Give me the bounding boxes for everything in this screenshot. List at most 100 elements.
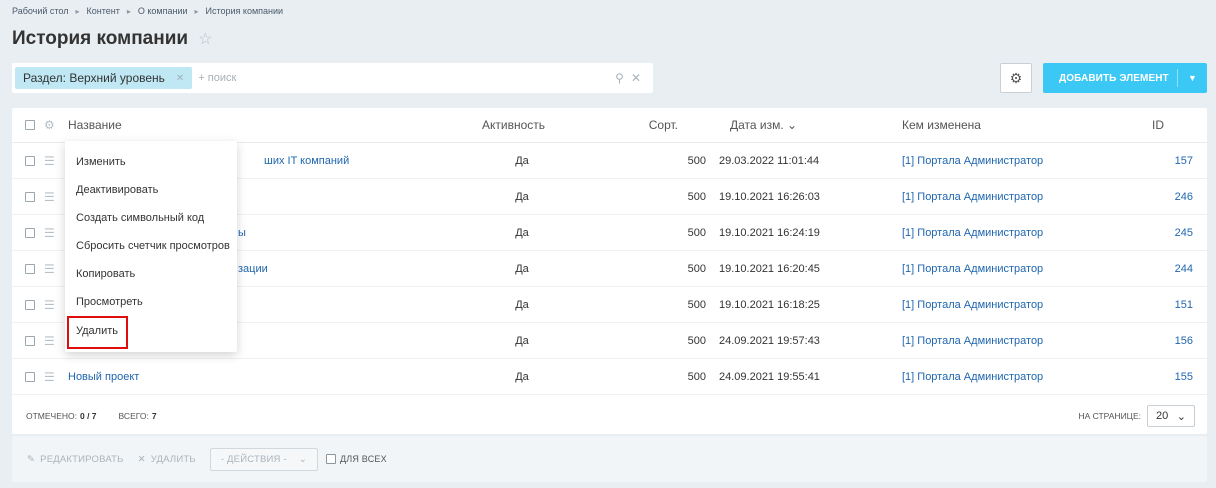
row-changed-by[interactable]: [1] Портала Администратор xyxy=(902,287,1043,322)
grid-header: ⚙ Название Активность Сорт. Дата изм. ⌄ … xyxy=(12,108,1207,143)
chevron-down-icon[interactable]: ▼ xyxy=(1178,73,1207,83)
menu-icon[interactable]: ☰ xyxy=(44,190,55,204)
delete-highlight-box xyxy=(67,316,128,349)
column-active[interactable]: Активность xyxy=(482,108,582,142)
filter-icons: ⚲ ✕ xyxy=(615,71,641,85)
edit-action[interactable]: ✎ РЕДАКТИРОВАТЬ xyxy=(27,454,124,465)
menu-icon[interactable]: ☰ xyxy=(44,226,55,240)
chevron-right-icon: ▸ xyxy=(126,6,131,16)
pencil-icon: ✎ xyxy=(27,453,36,465)
row-id[interactable]: 155 xyxy=(1132,359,1193,394)
per-page-label: НА СТРАНИЦЕ: xyxy=(1078,411,1141,421)
actions-select[interactable]: - ДЕЙСТВИЯ - ⌄ xyxy=(209,447,318,471)
actions-bar: ✎ РЕДАКТИРОВАТЬ ✕ УДАЛИТЬ - ДЕЙСТВИЯ - ⌄… xyxy=(12,436,1207,482)
row-name[interactable]: ы xyxy=(238,215,246,250)
for-all-checkbox[interactable]: ДЛЯ ВСЕХ xyxy=(325,454,387,464)
filter-tag-label: Раздел: Верхний уровень xyxy=(23,71,165,85)
select-all-checkbox[interactable] xyxy=(25,120,35,130)
row-sort: 500 xyxy=(687,226,706,239)
menu-item-copy[interactable]: Копировать xyxy=(76,268,135,280)
close-icon[interactable]: ✕ xyxy=(176,73,184,84)
menu-icon[interactable]: ☰ xyxy=(44,154,55,168)
row-checkbox[interactable] xyxy=(25,191,35,202)
column-date[interactable]: Дата изм. ⌄ xyxy=(730,108,797,142)
row-id[interactable]: 156 xyxy=(1132,323,1193,358)
column-name[interactable]: Название xyxy=(68,108,122,142)
menu-icon[interactable]: ☰ xyxy=(44,370,55,384)
row-name[interactable]: Новый проект xyxy=(68,359,139,394)
row-context-menu: Изменить Деактивировать Создать символьн… xyxy=(65,141,237,352)
row-active: Да xyxy=(515,154,529,167)
breadcrumb-item-desktop[interactable]: Рабочий стол xyxy=(12,6,69,16)
row-id[interactable]: 245 xyxy=(1132,215,1193,250)
menu-item-reset-views[interactable]: Сбросить счетчик просмотров xyxy=(76,240,230,252)
row-name[interactable]: ших IT компаний xyxy=(264,143,349,178)
total-value: 7 xyxy=(151,411,157,421)
row-changed-by[interactable]: [1] Портала Администратор xyxy=(902,323,1043,358)
row-changed-by[interactable]: [1] Портала Администратор xyxy=(902,251,1043,286)
row-sort: 500 xyxy=(687,262,706,275)
row-active: Да xyxy=(515,334,529,347)
checked-value: 0 / 7 xyxy=(80,411,97,421)
checkbox[interactable] xyxy=(325,454,336,464)
row-id[interactable]: 244 xyxy=(1132,251,1193,286)
row-checkbox[interactable] xyxy=(25,263,35,274)
column-sort[interactable]: Сорт. xyxy=(572,108,678,142)
grid-footer: ОТМЕЧЕНО: 0 / 7 ВСЕГО: 7 НА СТРАНИЦЕ: 20… xyxy=(12,398,1207,434)
column-id[interactable]: ID xyxy=(1152,108,1177,142)
row-date: 24.09.2021 19:57:43 xyxy=(719,334,820,347)
row-checkbox[interactable] xyxy=(25,227,35,238)
chevron-right-icon: ▸ xyxy=(75,6,80,16)
menu-item-create-code[interactable]: Создать символьный код xyxy=(76,212,204,224)
row-checkbox[interactable] xyxy=(25,335,35,346)
filter-tag[interactable]: Раздел: Верхний уровень ✕ xyxy=(15,67,193,89)
breadcrumb-item-history[interactable]: История компании xyxy=(206,6,284,16)
chevron-down-icon: ⌄ xyxy=(298,453,307,465)
row-date: 19.10.2021 16:24:19 xyxy=(719,226,820,239)
gear-icon[interactable]: ⚙ xyxy=(44,118,55,132)
menu-item-edit[interactable]: Изменить xyxy=(76,156,126,168)
clear-icon[interactable]: ✕ xyxy=(631,71,641,85)
filter-bar[interactable]: Раздел: Верхний уровень ✕ + поиск ⚲ ✕ xyxy=(12,63,653,93)
page-title-text: История компании xyxy=(12,28,189,49)
row-checkbox[interactable] xyxy=(25,371,35,382)
gear-icon: ⚙ xyxy=(1009,69,1023,86)
row-changed-by[interactable]: [1] Портала Администратор xyxy=(902,143,1043,178)
row-sort: 500 xyxy=(687,190,706,203)
delete-action[interactable]: ✕ УДАЛИТЬ xyxy=(138,454,196,465)
breadcrumb-item-about[interactable]: О компании xyxy=(138,6,188,16)
row-active: Да xyxy=(515,262,529,275)
row-active: Да xyxy=(515,370,529,383)
star-icon[interactable]: ☆ xyxy=(198,29,212,49)
row-id[interactable]: 157 xyxy=(1132,143,1193,178)
settings-button[interactable]: ⚙ xyxy=(1000,63,1032,93)
row-date: 29.03.2022 11:01:44 xyxy=(719,154,820,167)
chevron-right-icon: ▸ xyxy=(194,6,199,16)
column-changed-by[interactable]: Кем изменена xyxy=(902,108,981,142)
for-all-label: ДЛЯ ВСЕХ xyxy=(339,454,387,464)
menu-icon[interactable]: ☰ xyxy=(44,298,55,312)
menu-icon[interactable]: ☰ xyxy=(44,334,55,348)
search-icon[interactable]: ⚲ xyxy=(615,71,624,85)
row-changed-by[interactable]: [1] Портала Администратор xyxy=(902,359,1043,394)
row-id[interactable]: 151 xyxy=(1132,287,1193,322)
checked-label: ОТМЕЧЕНО: xyxy=(26,411,77,421)
add-element-button[interactable]: ДОБАВИТЬ ЭЛЕМЕНТ ▼ xyxy=(1043,63,1207,93)
per-page-select[interactable]: 20 ⌄ xyxy=(1147,405,1195,427)
breadcrumb-item-content[interactable]: Контент xyxy=(87,6,120,16)
row-id[interactable]: 246 xyxy=(1132,179,1193,214)
row-changed-by[interactable]: [1] Портала Администратор xyxy=(902,179,1043,214)
menu-icon[interactable]: ☰ xyxy=(44,262,55,276)
row-sort: 500 xyxy=(687,370,706,383)
row-checkbox[interactable] xyxy=(25,299,35,310)
breadcrumb: Рабочий стол ▸ Контент ▸ О компании ▸ Ис… xyxy=(12,6,283,16)
row-active: Да xyxy=(515,298,529,311)
menu-item-view[interactable]: Просмотреть xyxy=(76,296,143,308)
row-checkbox[interactable] xyxy=(25,155,35,166)
search-input[interactable]: + поиск xyxy=(198,72,615,84)
table-row[interactable]: ☰ Новый проект Да 500 24.09.2021 19:55:4… xyxy=(12,359,1207,395)
per-page: НА СТРАНИЦЕ: 20 ⌄ xyxy=(1078,405,1195,427)
row-changed-by[interactable]: [1] Портала Администратор xyxy=(902,215,1043,250)
row-name[interactable]: зации xyxy=(238,251,268,286)
menu-item-deactivate[interactable]: Деактивировать xyxy=(76,184,158,196)
